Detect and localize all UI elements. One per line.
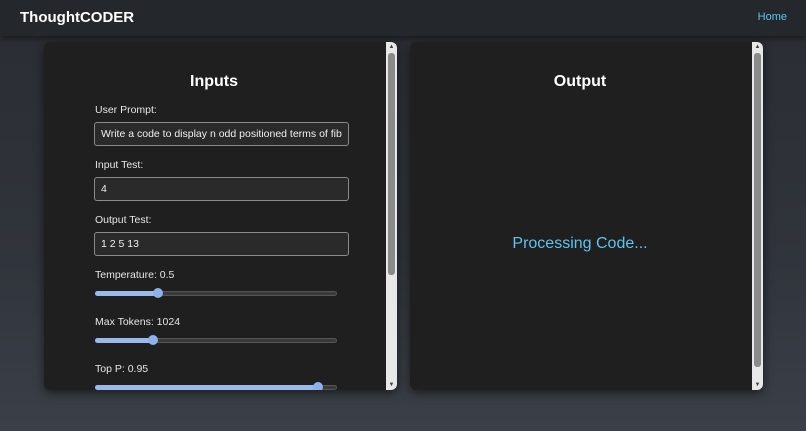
processing-status: Processing Code... [512,235,648,252]
top-p-slider[interactable] [95,381,337,390]
inputs-title: Inputs [190,73,238,90]
temperature-label: Temperature: 0.5 [95,269,174,281]
scroll-down-icon[interactable]: ▼ [752,380,763,390]
input-test-label: Input Test: [95,159,144,171]
inputs-scrollbar[interactable]: ▲ ▼ [386,42,397,390]
temperature-slider[interactable] [95,287,337,299]
input-test-input[interactable] [94,177,349,201]
top-p-label-prefix: Top P: [95,363,128,375]
slider-fill [95,338,154,343]
output-test-input[interactable] [94,232,349,256]
nav-home-link[interactable]: Home [758,11,787,23]
scroll-up-icon[interactable]: ▲ [386,42,397,52]
scroll-down-icon[interactable]: ▼ [386,380,397,390]
output-test-label: Output Test: [95,214,152,226]
max-tokens-label-prefix: Max Tokens: [95,316,157,328]
slider-thumb[interactable] [152,288,163,298]
scrollbar-thumb[interactable] [754,53,761,367]
slider-fill [95,385,318,390]
scrollbar-thumb[interactable] [388,53,395,275]
slider-thumb[interactable] [148,335,159,345]
max-tokens-label: Max Tokens: 1024 [95,316,180,328]
slider-thumb[interactable] [312,382,323,390]
user-prompt-input[interactable] [94,122,349,146]
user-prompt-label: User Prompt: [95,104,157,116]
output-title: Output [553,73,607,90]
output-scrollbar[interactable]: ▲ ▼ [752,42,763,390]
brand-logo[interactable]: ThoughtCODER [20,9,134,26]
max-tokens-slider[interactable] [95,334,337,346]
max-tokens-value: 1024 [156,316,181,328]
top-p-label: Top P: 0.95 [95,363,148,375]
temperature-value: 0.5 [159,269,175,281]
scroll-up-icon[interactable]: ▲ [752,42,763,52]
slider-fill [95,291,158,296]
navbar: ThoughtCODER Home [0,0,806,36]
inputs-panel: Inputs User Prompt: Input Test: Output T… [44,42,397,390]
top-p-value: 0.95 [127,363,149,375]
temperature-label-prefix: Temperature: [95,269,160,281]
output-panel: Output Processing Code... ▲ ▼ [410,42,763,390]
